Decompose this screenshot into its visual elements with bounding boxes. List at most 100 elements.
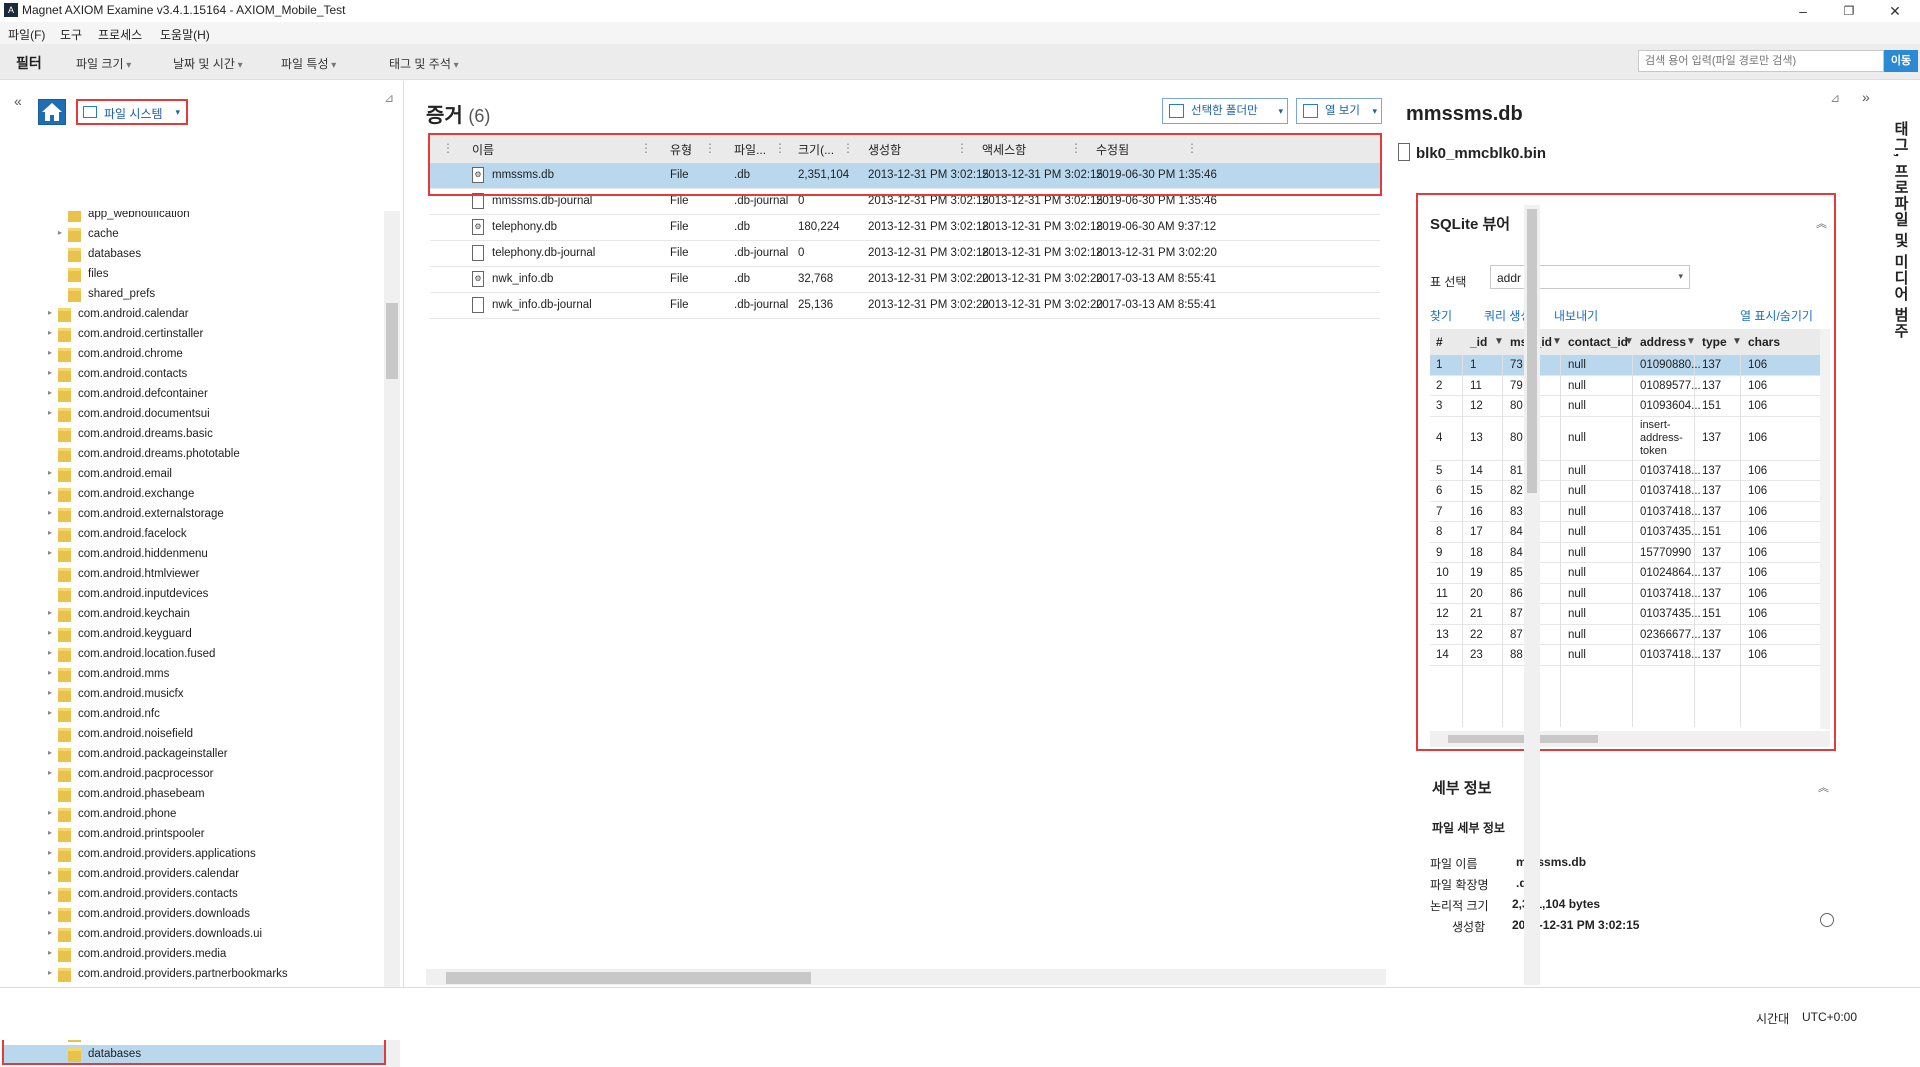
tree-item[interactable]: databases (4, 245, 384, 265)
expand-arrow-icon[interactable]: ▸ (48, 548, 52, 557)
expand-arrow-icon[interactable]: ▸ (48, 968, 52, 977)
tree-item[interactable]: files (4, 265, 384, 285)
expand-arrow-icon[interactable]: ▸ (48, 928, 52, 937)
tree-item[interactable]: ▸ com.android.calendar (4, 305, 384, 325)
home-button[interactable] (38, 99, 66, 125)
sqlite-vertical-scrollbar[interactable] (1820, 329, 1830, 729)
scrollbar-thumb[interactable] (1527, 209, 1537, 493)
tree-item[interactable]: app_webnotification (4, 211, 384, 225)
expand-arrow-icon[interactable]: ▸ (48, 908, 52, 917)
filter-file-size-dropdown[interactable]: 파일 크기 (76, 55, 131, 72)
tree-scrollbar[interactable] (384, 211, 400, 1067)
sqlite-row[interactable]: 3 12 80 null 01093604... 151 106 (1430, 396, 1830, 417)
expand-arrow-icon[interactable]: ▸ (48, 708, 52, 717)
expand-arrow-icon[interactable]: ▸ (48, 348, 52, 357)
tree-item[interactable]: ▸ com.android.providers.applications (4, 845, 384, 865)
tree-item[interactable]: ▸ com.android.certinstaller (4, 325, 384, 345)
minimize-button[interactable]: – (1780, 0, 1826, 22)
tree-item[interactable]: ▸ com.android.defcontainer (4, 385, 384, 405)
expand-arrow-icon[interactable]: ▸ (48, 628, 52, 637)
expand-arrow-icon[interactable]: ▸ (58, 228, 62, 237)
table-row[interactable]: telephony.db-journal File .db-journal 0 2013… (430, 241, 1380, 267)
sqlite-column-header[interactable]: # (1436, 335, 1443, 349)
sqlite-row[interactable]: 14 23 88 null 01037418... 137 106 (1430, 645, 1830, 666)
sqlite-row[interactable]: 6 15 82 null 01037418... 137 106 (1430, 481, 1830, 502)
expand-arrow-icon[interactable]: ▸ (48, 688, 52, 697)
collapse-pane-icon[interactable]: « (14, 93, 22, 109)
sqlite-row[interactable]: 11 20 86 null 01037418... 137 106 (1430, 584, 1830, 604)
expand-arrow-icon[interactable]: ▸ (48, 808, 52, 817)
grid-horizontal-scrollbar[interactable] (426, 969, 1386, 985)
expand-arrow-icon[interactable]: ▸ (48, 608, 52, 617)
expand-pane-icon[interactable]: » (1862, 89, 1870, 105)
expand-arrow-icon[interactable]: ▸ (48, 408, 52, 417)
filter-icon[interactable]: ▼ (1552, 336, 1562, 347)
filter-file-attributes-dropdown[interactable]: 파일 특성 (281, 55, 336, 72)
expand-arrow-icon[interactable]: ▸ (48, 648, 52, 657)
tree-item[interactable]: ▸ cache (4, 225, 384, 245)
tree-item[interactable]: ▸ com.android.email (4, 465, 384, 485)
sqlite-row[interactable]: 8 17 84 null 01037435... 151 106 (1430, 522, 1830, 543)
sqlite-row[interactable]: 2 11 79 null 01089577... 137 106 (1430, 376, 1830, 396)
expand-arrow-icon[interactable]: ▸ (48, 388, 52, 397)
tree-item[interactable]: com.android.phasebeam (4, 785, 384, 805)
tree-item[interactable]: ▸ com.android.providers.partnerbookmarks (4, 965, 384, 985)
details-scrollbar[interactable] (1524, 205, 1540, 985)
sqlite-column-header[interactable]: type (1702, 335, 1727, 349)
tree-item[interactable]: ▸ com.android.printspooler (4, 825, 384, 845)
sqlite-column-header[interactable]: contact_id (1568, 335, 1628, 349)
expand-arrow-icon[interactable]: ▸ (48, 888, 52, 897)
pin-icon[interactable]: ⊿ (1830, 91, 1840, 105)
sqlite-column-header[interactable]: address (1640, 335, 1686, 349)
expand-arrow-icon[interactable]: ▸ (48, 488, 52, 497)
scrollbar-thumb[interactable] (446, 972, 811, 984)
tree-item[interactable]: ▸ com.android.mms (4, 665, 384, 685)
sqlite-row[interactable]: 5 14 81 null 01037418... 137 106 (1430, 461, 1830, 481)
selected-folder-only-button[interactable]: 선택한 폴더만 ▾ (1162, 98, 1288, 124)
table-row[interactable]: ⚙ telephony.db File .db 180,224 2013-12-31 PM… (430, 215, 1380, 241)
tree-item[interactable]: com.android.dreams.basic (4, 425, 384, 445)
tree-item[interactable]: ▸ com.android.exchange (4, 485, 384, 505)
tree-item[interactable]: ▸ com.android.providers.contacts (4, 885, 384, 905)
expand-arrow-icon[interactable]: ▸ (48, 948, 52, 957)
sqlite-row[interactable]: 9 18 84 null 15770990 137 106 (1430, 543, 1830, 563)
tree-item[interactable]: ▸ com.android.externalstorage (4, 505, 384, 525)
expand-arrow-icon[interactable]: ▸ (48, 848, 52, 857)
filter-icon[interactable]: ▼ (1624, 336, 1634, 347)
tags-profiles-media-tab[interactable]: 태그, 프로파일 및 미디어 범주 (1890, 121, 1911, 339)
tree-item[interactable]: ▸ com.android.musicfx (4, 685, 384, 705)
table-row[interactable]: nwk_info.db-journal File .db-journal 25,136… (430, 293, 1380, 319)
column-view-button[interactable]: 열 보기 ▾ (1296, 98, 1382, 124)
menu-tools[interactable]: 도구 (60, 26, 82, 43)
sqlite-column-header[interactable]: _id (1470, 335, 1487, 349)
sqlite-row[interactable]: 7 16 83 null 01037418... 137 106 (1430, 502, 1830, 522)
collapse-icon[interactable]: ︽ (1816, 215, 1827, 231)
tree-item[interactable]: ▸ com.android.chrome (4, 345, 384, 365)
tree-item[interactable]: ▸ com.android.contacts (4, 365, 384, 385)
tree-item[interactable]: ▸ com.android.facelock (4, 525, 384, 545)
export-link[interactable]: 내보내기 (1554, 307, 1598, 324)
menu-help[interactable]: 도움말(H) (160, 26, 210, 43)
expand-arrow-icon[interactable]: ▸ (48, 668, 52, 677)
show-hide-columns-link[interactable]: 열 표시/숨기기 (1740, 307, 1813, 324)
expand-arrow-icon[interactable]: ▸ (48, 528, 52, 537)
tree-item[interactable]: com.android.dreams.phototable (4, 445, 384, 465)
maximize-button[interactable]: ❐ (1826, 0, 1872, 22)
sqlite-horizontal-scrollbar[interactable] (1430, 731, 1830, 747)
menu-file[interactable]: 파일(F) (8, 26, 45, 43)
expand-arrow-icon[interactable]: ▸ (48, 308, 52, 317)
pin-icon[interactable]: ⊿ (384, 91, 394, 105)
tree-item[interactable]: ▸ com.android.location.fused (4, 645, 384, 665)
timezone-value[interactable]: UTC+0:00 (1802, 1010, 1857, 1024)
table-select-dropdown[interactable]: addr ▾ (1490, 265, 1690, 289)
tree-item[interactable]: ▸ com.android.providers.downloads (4, 905, 384, 925)
expand-arrow-icon[interactable]: ▸ (48, 868, 52, 877)
tree-item[interactable]: ▸ com.android.providers.calendar (4, 865, 384, 885)
tree-item[interactable]: com.android.noisefield (4, 725, 384, 745)
sqlite-row[interactable]: 12 21 87 null 01037435... 151 106 (1430, 604, 1830, 625)
expand-arrow-icon[interactable]: ▸ (48, 828, 52, 837)
filter-icon[interactable]: ▼ (1732, 336, 1742, 347)
find-link[interactable]: 찾기 (1430, 307, 1452, 324)
tree-item[interactable]: ▸ com.android.documentsui (4, 405, 384, 425)
collapse-icon[interactable]: ︽ (1818, 779, 1829, 795)
